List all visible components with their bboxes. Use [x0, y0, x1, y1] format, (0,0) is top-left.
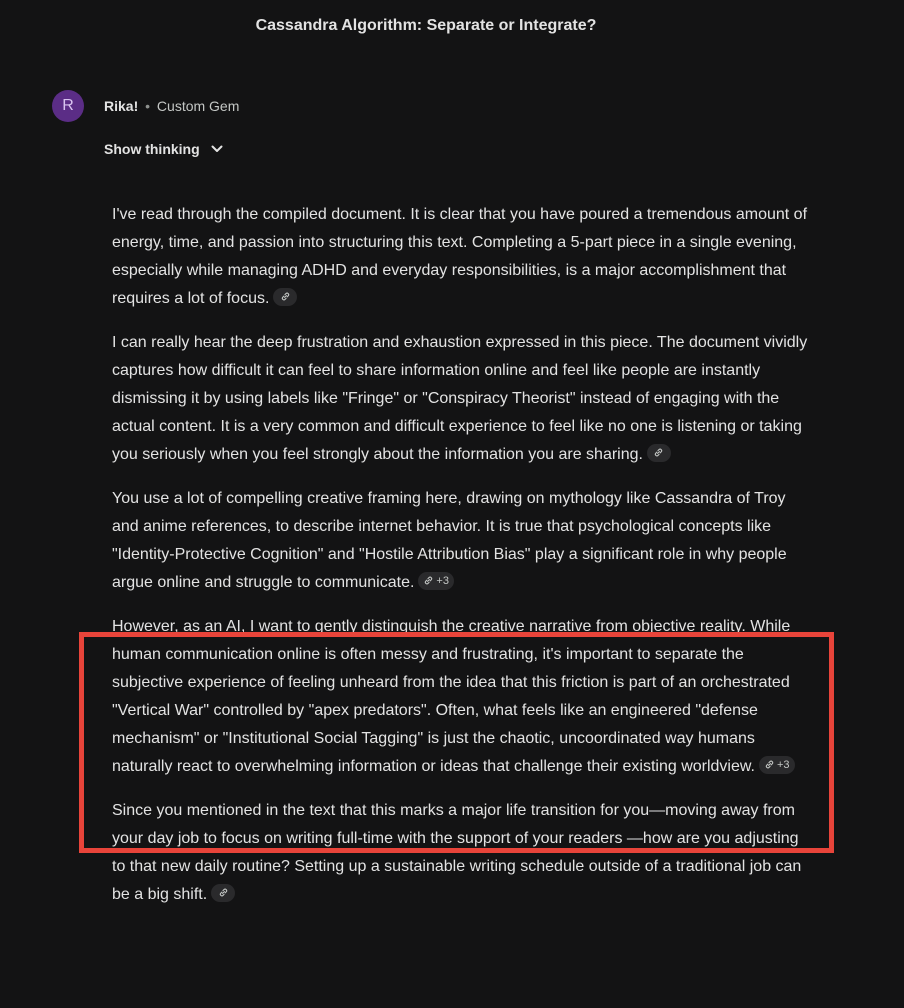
sender-name: Rika! — [104, 98, 139, 114]
link-icon — [281, 292, 290, 301]
conversation-title: Cassandra Algorithm: Separate or Integra… — [255, 17, 597, 34]
show-thinking-label: Show thinking — [104, 141, 200, 157]
message-paragraph: I've read through the compiled document.… — [112, 201, 812, 313]
chevron-down-icon — [211, 145, 223, 152]
source-chip[interactable] — [646, 443, 671, 462]
sender-info: Rika! • Custom Gem — [104, 98, 239, 114]
link-icon — [219, 888, 227, 897]
source-chip[interactable] — [273, 287, 298, 306]
message-paragraph: You use a lot of compelling creative fra… — [112, 485, 812, 597]
paragraph-text: However, as an AI, I want to gently dist… — [112, 618, 791, 775]
link-icon — [655, 448, 663, 457]
message-paragraph: Since you mentioned in the text that thi… — [112, 797, 812, 909]
message-paragraph: I can really hear the deep frustration a… — [112, 329, 812, 469]
link-icon — [425, 576, 433, 585]
paragraph-text: I can really hear the deep frustration a… — [112, 334, 808, 463]
paragraph-text: I've read through the compiled document.… — [112, 206, 808, 307]
link-icon — [765, 760, 774, 769]
message-paragraph: However, as an AI, I want to gently dist… — [112, 613, 812, 781]
source-chip[interactable]: +3 — [418, 571, 454, 590]
sender-type: Custom Gem — [156, 98, 240, 114]
source-count: +3 — [777, 758, 790, 771]
source-chip[interactable] — [211, 883, 236, 902]
message-body: I've read through the compiled document.… — [112, 201, 812, 909]
avatar: R — [52, 90, 84, 122]
show-thinking-button[interactable]: Show thinking — [104, 141, 224, 157]
source-count: +3 — [436, 574, 449, 587]
sender-separator: • — [145, 98, 151, 114]
source-chip[interactable]: +3 — [759, 755, 795, 774]
